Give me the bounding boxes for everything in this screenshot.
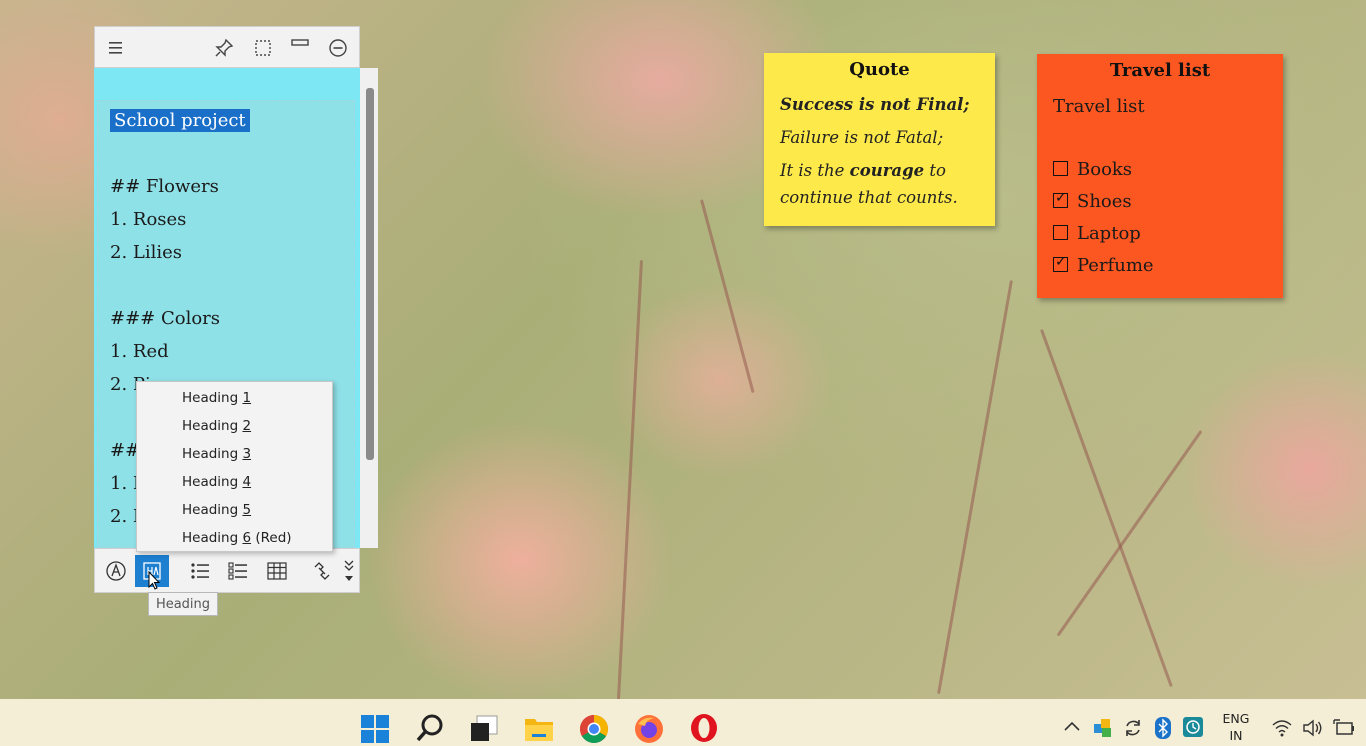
windows-start-icon[interactable]: [360, 714, 390, 744]
quote-line-1: Success is not Final;: [780, 95, 970, 114]
quote-title: Quote: [849, 59, 910, 80]
checklist-item[interactable]: Perfume: [1053, 254, 1154, 276]
menu-item-suffix: (Red): [251, 530, 292, 546]
bluetooth-icon[interactable]: [1155, 717, 1171, 739]
checklist-label: Perfume: [1077, 255, 1154, 276]
menu-item-label: Heading: [182, 530, 243, 546]
table-icon[interactable]: [260, 555, 294, 587]
menu-icon[interactable]: [103, 35, 129, 61]
note-line[interactable]: ## Flowers: [110, 176, 219, 197]
menu-item-key: 4: [242, 474, 252, 490]
checkbox-checked[interactable]: [1053, 254, 1068, 272]
quote-note[interactable]: Quote Success is not Final; Failure is n…: [764, 53, 995, 226]
menu-item-heading-2[interactable]: Heading 2: [182, 415, 251, 437]
file-explorer-icon[interactable]: [524, 714, 554, 744]
task-view-icon[interactable]: [469, 714, 499, 744]
more-options-icon[interactable]: [339, 555, 359, 587]
language-indicator[interactable]: ENG IN: [1219, 710, 1253, 744]
scrollbar-thumb[interactable]: [366, 88, 374, 460]
taskbar: ENG IN: [0, 699, 1366, 746]
quote-line-2: Failure is not Fatal;: [780, 128, 944, 147]
opera-icon[interactable]: [689, 713, 719, 743]
firefox-icon[interactable]: [634, 714, 664, 744]
menu-item-heading-6[interactable]: Heading 6 (Red): [182, 527, 292, 549]
checkbox-checked[interactable]: [1053, 190, 1068, 208]
menu-item-heading-5[interactable]: Heading 5: [182, 499, 251, 521]
note-line[interactable]: 1. Red: [110, 341, 169, 362]
menu-item-key: 1: [242, 390, 252, 406]
backup-icon[interactable]: [1183, 717, 1203, 737]
quote-line-4: continue that counts.: [780, 188, 958, 207]
pin-icon[interactable]: [211, 35, 237, 61]
search-icon[interactable]: [415, 713, 445, 743]
tooltip: Heading: [148, 592, 218, 616]
bullet-list-icon[interactable]: [183, 555, 217, 587]
quote-line-3: It is the courage to: [780, 161, 946, 180]
battery-charging-icon[interactable]: [1333, 718, 1355, 738]
quote-text: to: [924, 161, 946, 180]
checklist-label: Books: [1077, 159, 1133, 180]
menu-item-label: Heading: [182, 418, 243, 434]
wifi-icon[interactable]: [1272, 719, 1292, 737]
note-line[interactable]: 2. Lilies: [110, 242, 182, 263]
note-titlebar: [94, 26, 360, 68]
chrome-icon[interactable]: [579, 714, 609, 744]
link-icon[interactable]: [305, 555, 339, 587]
font-icon[interactable]: [99, 555, 133, 587]
quote-bold-text: courage: [849, 161, 925, 180]
checkbox[interactable]: [1053, 225, 1068, 240]
menu-item-label: Heading: [182, 502, 243, 518]
select-icon[interactable]: [250, 35, 276, 61]
travel-subtitle: Travel list: [1053, 96, 1145, 117]
region-code: IN: [1229, 728, 1243, 743]
note-line[interactable]: ### Colors: [110, 308, 220, 329]
selected-text[interactable]: School project: [110, 109, 250, 132]
travel-note[interactable]: Travel list Travel list Books Shoes Lapt…: [1037, 54, 1283, 298]
menu-item-label: Heading: [182, 390, 243, 406]
menu-item-heading-4[interactable]: Heading 4: [182, 471, 251, 493]
checklist-icon[interactable]: [221, 555, 255, 587]
menu-item-label: Heading: [182, 446, 243, 462]
quote-text: It is the: [780, 161, 850, 180]
language-code: ENG: [1222, 711, 1250, 726]
menu-item-heading-3[interactable]: Heading 3: [182, 443, 251, 465]
mouse-cursor-icon: [148, 571, 160, 590]
sync-icon[interactable]: [1123, 718, 1143, 738]
checklist-label: Shoes: [1077, 191, 1132, 212]
note-line[interactable]: 1. Roses: [110, 209, 186, 230]
app-tray-icon[interactable]: [1093, 718, 1113, 738]
menu-item-heading-1[interactable]: Heading 1: [182, 387, 251, 409]
menu-item-key: 2: [242, 418, 252, 434]
format-toolbar: [94, 548, 360, 593]
menu-item-key: 5: [242, 502, 252, 518]
travel-title: Travel list: [1109, 60, 1211, 81]
volume-icon[interactable]: [1302, 719, 1324, 737]
rollup-icon[interactable]: [287, 31, 313, 57]
checklist-item[interactable]: Laptop: [1053, 223, 1141, 244]
menu-item-key: 3: [242, 446, 252, 462]
chevron-up-icon[interactable]: [1064, 721, 1080, 731]
menu-item-label: Heading: [182, 474, 243, 490]
menu-item-key: 6: [242, 530, 252, 546]
checklist-item[interactable]: Books: [1053, 159, 1132, 180]
checkbox[interactable]: [1053, 161, 1068, 176]
minimize-icon[interactable]: [325, 35, 351, 61]
heading-menu: Heading 1 Heading 2 Heading 3 Heading 4 …: [136, 381, 333, 552]
checklist-item[interactable]: Shoes: [1053, 190, 1132, 212]
checklist-label: Laptop: [1077, 223, 1141, 244]
